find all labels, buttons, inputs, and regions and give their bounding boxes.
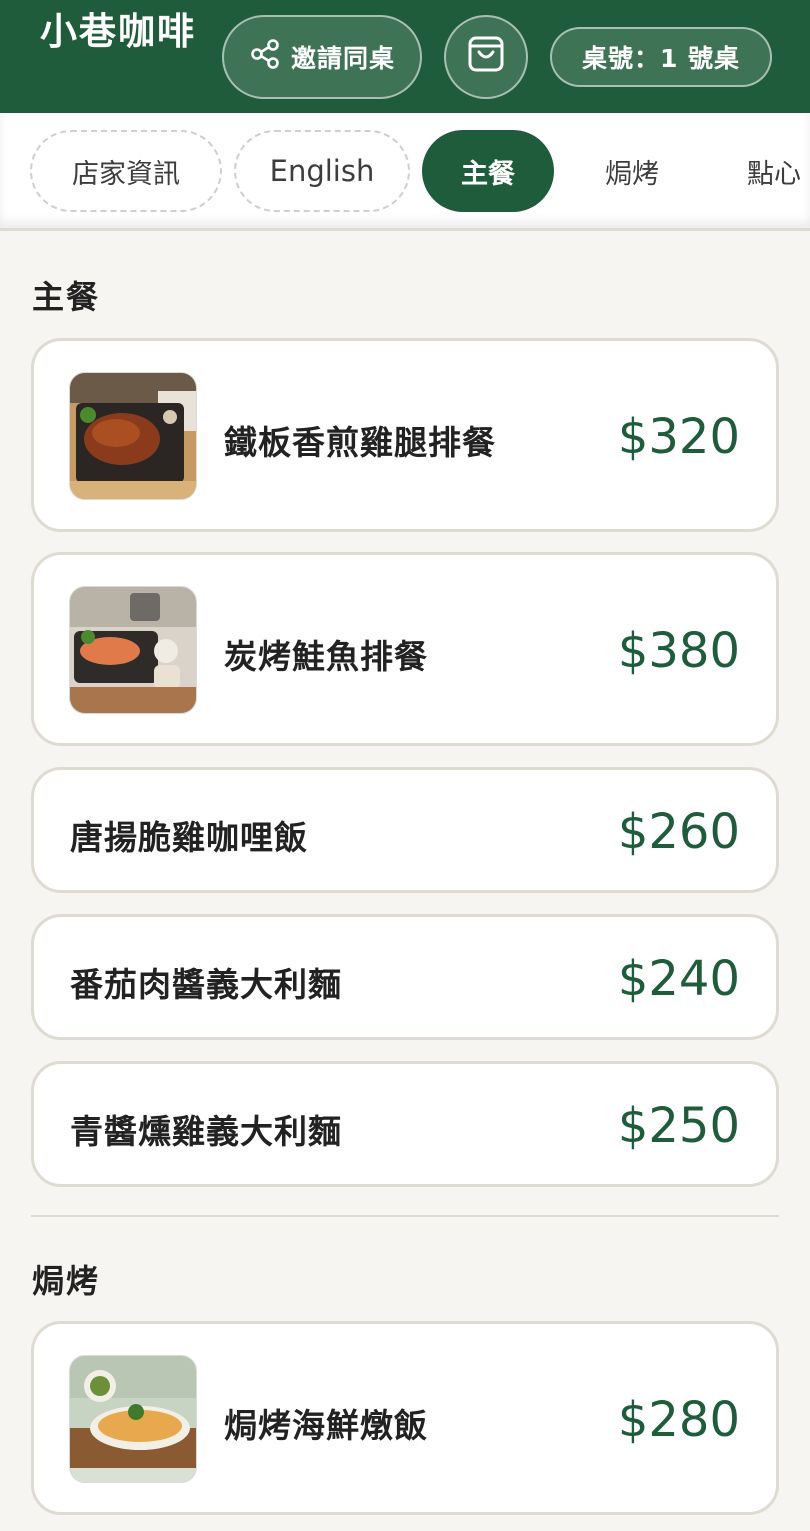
table-number-label: 桌號：1 號桌 [581,44,741,73]
dish-name: 鐵板香煎雞腿排餐 [224,423,496,462]
tab-main-course[interactable]: 主餐 [422,130,554,212]
tab-baked[interactable]: 焗烤 [570,130,694,212]
menu-item-card[interactable]: 炭烤鮭魚排餐 $380 [31,552,779,746]
dish-name: 青醬燻雞義大利麵 [70,1112,342,1151]
dish-name: 焗烤海鮮燉飯 [224,1406,428,1445]
section-title-main-course: 主餐 [32,278,101,316]
menu-item-card[interactable]: 唐揚脆雞咖哩飯 $260 [31,767,779,893]
dish-price: $380 [617,623,740,679]
tab-store-info[interactable]: 店家資訊 [30,130,222,212]
dish-price: $280 [617,1392,740,1448]
share-icon [249,38,281,76]
invite-tablemates-button[interactable]: 邀請同桌 [222,15,422,99]
dish-price: $250 [617,1098,740,1154]
dish-price: $260 [617,804,740,860]
invite-label: 邀請同桌 [290,44,395,73]
section-title-baked: 焗烤 [32,1262,101,1300]
dish-photo [69,1355,197,1483]
menu-item-card[interactable]: 焗烤海鮮燉飯 $280 [31,1321,779,1515]
category-tabs: 店家資訊 English 主餐 焗烤 點心 [0,113,810,231]
dish-name: 唐揚脆雞咖哩飯 [70,818,308,857]
store-name: 小巷咖啡 [40,10,196,53]
tab-snacks[interactable]: 點心 [712,130,810,212]
top-bar: 小巷咖啡 邀請同桌 桌號：1 號桌 [0,0,810,113]
tab-english[interactable]: English [234,130,410,212]
menu-item-card[interactable]: 鐵板香煎雞腿排餐 $320 [31,338,779,532]
dish-photo [69,586,197,714]
section-divider [31,1215,779,1217]
menu-item-card[interactable]: 番茄肉醬義大利麵 $240 [31,914,779,1040]
dish-photo [69,372,197,500]
table-number-badge[interactable]: 桌號：1 號桌 [550,27,772,87]
dish-price: $240 [617,951,740,1007]
dish-name: 炭烤鮭魚排餐 [224,637,428,676]
menu-item-card[interactable]: 青醬燻雞義大利麵 $250 [31,1061,779,1187]
dish-name: 番茄肉醬義大利麵 [70,965,342,1004]
cart-button[interactable] [444,15,528,99]
dish-price: $320 [617,409,740,465]
shopping-bag-icon [467,34,505,80]
